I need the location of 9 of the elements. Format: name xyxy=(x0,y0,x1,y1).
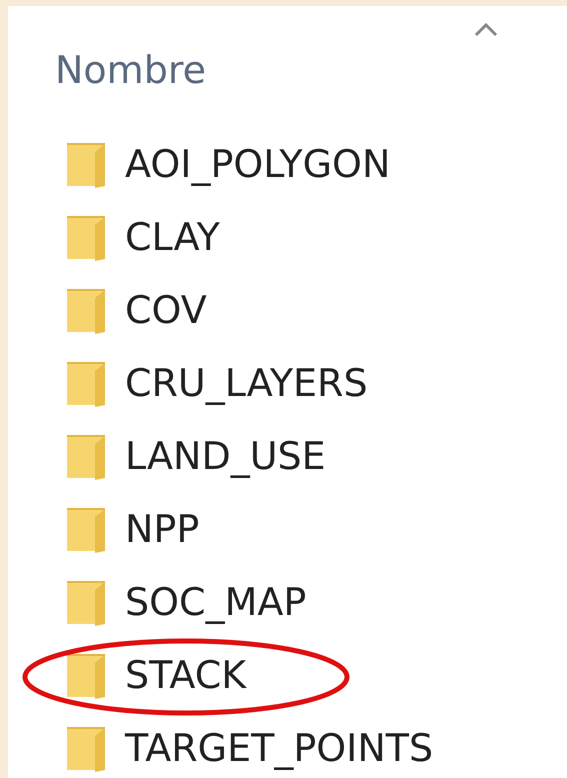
folder-name[interactable]: SOC_MAP xyxy=(125,574,306,631)
folder-name[interactable]: CLAY xyxy=(125,209,220,266)
folder-name[interactable]: CRU_LAYERS xyxy=(125,355,368,412)
folder-name[interactable]: AOI_POLYGON xyxy=(125,136,390,193)
folder-name[interactable]: COV xyxy=(125,282,207,339)
folder-name[interactable]: NPP xyxy=(125,501,200,558)
folder-name[interactable]: LAND_USE xyxy=(125,428,326,485)
folder-name[interactable]: TARGET_POINTS xyxy=(125,720,434,777)
name-column-header[interactable]: Nombre xyxy=(55,42,206,99)
